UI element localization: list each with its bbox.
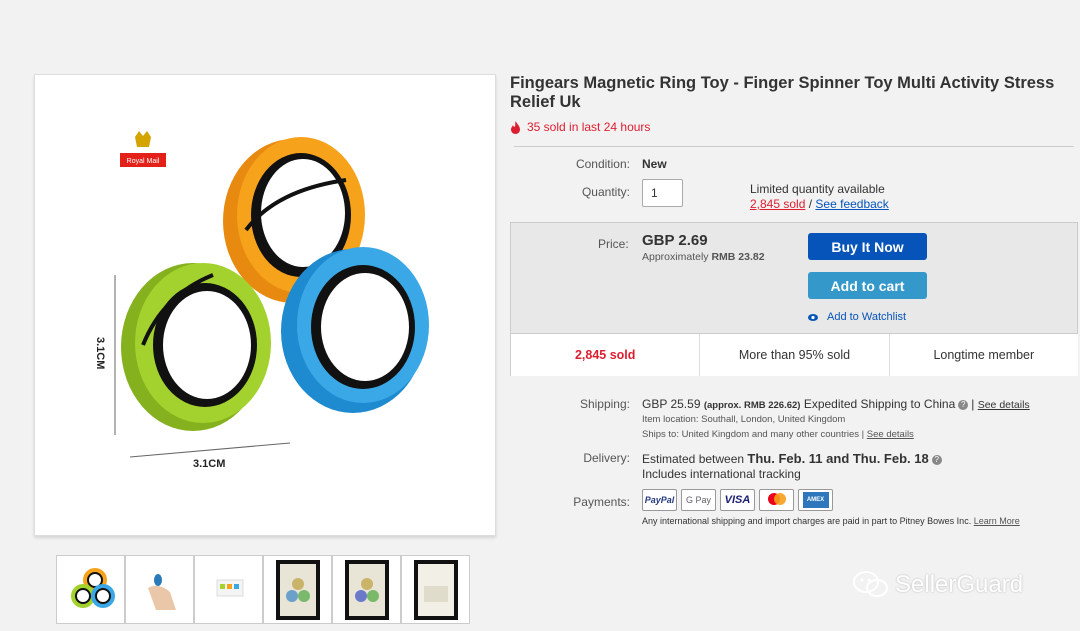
ships-to: Ships to: United Kingdom and many other … bbox=[642, 429, 914, 440]
payments-label: Payments: bbox=[573, 495, 630, 509]
blue-ring bbox=[281, 247, 429, 413]
magnetic-rings-image: Royal Mail 3.1CM 3.1CM bbox=[94, 131, 429, 470]
shipping-value: GBP 25.59 (approx. RMB 226.62) Expedited… bbox=[642, 397, 1030, 411]
delivery-label: Delivery: bbox=[583, 451, 630, 465]
buy-it-now-button[interactable]: Buy It Now bbox=[808, 233, 927, 260]
payment-methods: PayPal G Pay VISA AMEX bbox=[642, 489, 837, 511]
shipping-approx: (approx. RMB 226.62) bbox=[703, 400, 801, 411]
delivery-estimate: Estimated between Thu. Feb. 11 and Thu. … bbox=[642, 451, 945, 466]
thumbnail-1[interactable] bbox=[56, 555, 125, 624]
sellerguard-watermark: SellerGuard bbox=[853, 571, 1023, 599]
condition-value: New bbox=[642, 157, 667, 171]
product-title: Fingears Magnetic Ring Toy - Finger Spin… bbox=[510, 74, 1055, 111]
stat-sold-percent: More than 95% sold bbox=[700, 334, 890, 376]
price-approx: Approximately RMB 23.82 bbox=[642, 251, 765, 263]
dimension-label-side: 3.1CM bbox=[94, 337, 106, 369]
thumbnail-box-image bbox=[414, 560, 458, 620]
payments-note: Any international shipping and import ch… bbox=[642, 516, 1020, 526]
mastercard-icon bbox=[759, 489, 794, 511]
green-ring bbox=[121, 263, 271, 431]
flame-icon bbox=[511, 120, 520, 134]
price-approx-prefix: Approximately bbox=[642, 251, 709, 263]
help-icon[interactable]: ? bbox=[931, 454, 942, 465]
price-label: Price: bbox=[598, 237, 629, 251]
eye-icon bbox=[808, 313, 818, 321]
seller-stats-bar: 2,845 sold More than 95% sold Longtime m… bbox=[511, 333, 1078, 376]
quantity-input[interactable] bbox=[642, 179, 683, 207]
wechat-icon bbox=[853, 571, 888, 597]
add-to-watchlist-link[interactable]: Add to Watchlist bbox=[808, 311, 906, 323]
sold-feedback-links: 2,845 sold / See feedback bbox=[750, 197, 889, 211]
thumbnail-chart-image bbox=[216, 579, 244, 597]
thumbnail-package-image bbox=[276, 560, 320, 620]
mastercard-circles bbox=[767, 493, 786, 505]
payments-note-text: Any international shipping and import ch… bbox=[642, 516, 972, 526]
thumbnail-4[interactable] bbox=[263, 555, 332, 624]
learn-more-link[interactable]: Learn More bbox=[974, 516, 1020, 526]
watchlist-label: Add to Watchlist bbox=[827, 311, 907, 323]
thumbnail-hand-image bbox=[148, 574, 176, 610]
quantity-label: Quantity: bbox=[581, 185, 630, 199]
visa-icon: VISA bbox=[720, 489, 755, 511]
limited-quantity-text: Limited quantity available bbox=[750, 182, 885, 196]
royal-mail-logo: Royal Mail bbox=[120, 131, 166, 167]
amex-icon: AMEX bbox=[798, 489, 833, 511]
shipping-see-details-link[interactable]: See details bbox=[978, 399, 1030, 411]
main-product-image[interactable]: Royal Mail 3.1CM 3.1CM bbox=[34, 74, 496, 536]
link-separator: / bbox=[808, 197, 813, 211]
sold-24h-text: 35 sold in last 24 hours bbox=[527, 120, 651, 134]
shipping-method: Expedited Shipping to China bbox=[803, 397, 956, 411]
delivery-tracking: Includes international tracking bbox=[642, 467, 801, 481]
ships-to-text: Ships to: United Kingdom and many other … bbox=[642, 429, 865, 440]
shipping-cost: GBP 25.59 bbox=[642, 397, 701, 411]
price-value: GBP 2.69 bbox=[642, 232, 708, 249]
svg-text:Royal Mail: Royal Mail bbox=[127, 158, 160, 165]
dimension-label-bottom: 3.1CM bbox=[193, 458, 225, 470]
stat-sold-count: 2,845 sold bbox=[511, 334, 701, 376]
see-feedback-link[interactable]: See feedback bbox=[815, 197, 888, 211]
paypal-icon: PayPal bbox=[642, 489, 677, 511]
thumbnail-6[interactable] bbox=[401, 555, 470, 624]
stat-longtime-member: Longtime member bbox=[933, 348, 1035, 362]
add-to-cart-button[interactable]: Add to cart bbox=[808, 272, 927, 299]
condition-label: Condition: bbox=[575, 157, 630, 171]
watermark-text: SellerGuard bbox=[895, 571, 1024, 598]
thumbnail-2[interactable] bbox=[125, 555, 194, 624]
thumbnail-package-image bbox=[345, 560, 389, 620]
sold-count-link[interactable]: 2,845 sold bbox=[750, 197, 805, 211]
thumbnail-3[interactable] bbox=[194, 555, 263, 624]
sold-24h-notice: 35 sold in last 24 hours bbox=[510, 120, 650, 134]
thumbnail-rings-image bbox=[71, 568, 115, 608]
help-icon[interactable]: ? bbox=[958, 399, 969, 410]
thumbnail-5[interactable] bbox=[332, 555, 401, 624]
divider bbox=[514, 146, 1074, 147]
google-pay-icon: G Pay bbox=[681, 489, 716, 511]
delivery-prefix: Estimated between bbox=[642, 452, 745, 466]
shipping-label: Shipping: bbox=[579, 397, 630, 411]
delivery-range: Thu. Feb. 11 and Thu. Feb. 18 bbox=[747, 451, 929, 466]
thumbnail-strip bbox=[56, 555, 470, 624]
price-approx-value: RMB 23.82 bbox=[711, 251, 765, 263]
item-location: Item location: Southall, London, United … bbox=[642, 414, 846, 425]
dimension-line-bottom bbox=[129, 442, 291, 458]
ships-to-see-details-link[interactable]: See details bbox=[867, 429, 914, 440]
